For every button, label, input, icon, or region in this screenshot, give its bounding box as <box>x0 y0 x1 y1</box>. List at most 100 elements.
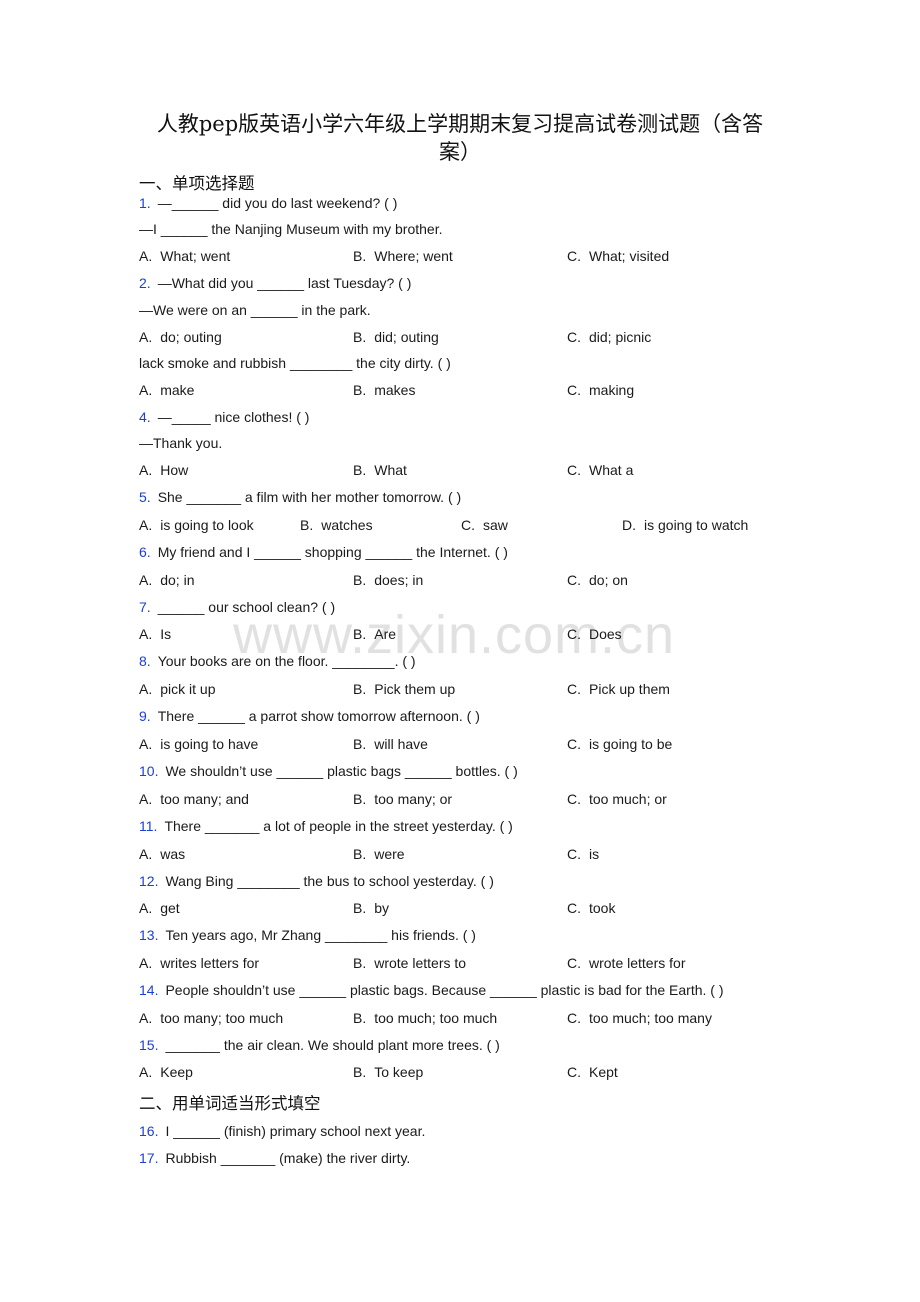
question-stem: 4. —_____ nice clothes! ( ) <box>139 408 309 426</box>
option-text: Keep <box>160 1064 193 1080</box>
option-text: pick it up <box>160 681 216 697</box>
option-letter: A. <box>139 572 153 588</box>
option-text: Kept <box>589 1064 618 1080</box>
option-text: were <box>374 846 405 862</box>
option-text: What; went <box>160 248 231 264</box>
option-text: by <box>374 900 390 916</box>
question-text: Your books are on the floor. ________. (… <box>157 653 416 669</box>
option-letter: B. <box>353 846 367 862</box>
option-text: too much; too many <box>589 1010 712 1026</box>
question-text: —______ did you do last weekend? ( ) <box>157 195 398 211</box>
option-text: making <box>589 382 635 398</box>
option-letter: A. <box>139 329 153 345</box>
option-letter: B. <box>353 462 367 478</box>
answer-option: C. took <box>567 899 615 917</box>
section-heading-multiple-choice: 一、单项选择题 <box>139 174 255 193</box>
option-letter: C. <box>567 955 581 971</box>
answer-option: A. was <box>139 845 185 863</box>
question-text: —I ______ the Nanjing Museum with my bro… <box>139 221 443 237</box>
option-letter: B. <box>353 626 367 642</box>
option-letter: C. <box>567 1010 581 1026</box>
answer-option: B. too much; too much <box>353 1009 497 1027</box>
option-letter: C. <box>567 681 581 697</box>
option-letter: C. <box>567 329 581 345</box>
option-text: To keep <box>374 1064 424 1080</box>
question-text: lack smoke and rubbish ________ the city… <box>139 355 451 371</box>
question-text: —What did you ______ last Tuesday? ( ) <box>157 275 412 291</box>
answer-option: B. too many; or <box>353 790 452 808</box>
option-letter: C. <box>461 517 475 533</box>
option-letter: B. <box>353 955 367 971</box>
question-stem: 10. We shouldn’t use ______ plastic bags … <box>139 762 518 780</box>
option-text: make <box>160 382 195 398</box>
option-letter: C. <box>567 900 581 916</box>
option-text: do; outing <box>160 329 222 345</box>
answer-option: C. too much; or <box>567 790 667 808</box>
question-number: 1. <box>139 195 151 211</box>
option-letter: C. <box>567 791 581 807</box>
option-text: too much; too much <box>374 1010 498 1026</box>
option-letter: A. <box>139 736 153 752</box>
answer-option: B. wrote letters to <box>353 954 466 972</box>
option-text: Pick up them <box>589 681 670 697</box>
option-letter: B. <box>353 329 367 345</box>
answer-option: A. do; in <box>139 571 194 589</box>
option-letter: A. <box>139 382 153 398</box>
option-text: wrote letters for <box>589 955 686 971</box>
option-letter: A. <box>139 626 153 642</box>
option-text: writes letters for <box>160 955 260 971</box>
option-text: Where; went <box>374 248 453 264</box>
option-text: too many; or <box>374 791 453 807</box>
question-text: ______ our school clean? ( ) <box>157 599 336 615</box>
option-letter: B. <box>353 1010 367 1026</box>
question-stem: 5. She _______ a film with her mother tom… <box>139 488 461 506</box>
question-text: People shouldn’t use ______ plastic bags… <box>165 982 724 998</box>
question-number: 11. <box>139 818 158 834</box>
question-text: There _______ a lot of people in the str… <box>164 818 513 834</box>
fill-in-question: 16. I ______ (finish) primary school next… <box>139 1122 425 1140</box>
option-letter: A. <box>139 1010 153 1026</box>
option-text: took <box>589 900 616 916</box>
question-stem: 8. Your books are on the floor. ________.… <box>139 652 416 670</box>
question-stem: 7. ______ our school clean? ( ) <box>139 598 335 616</box>
option-text: did; outing <box>374 329 439 345</box>
answer-option: B. watches <box>300 516 373 534</box>
option-letter: C. <box>567 462 581 478</box>
option-letter: C. <box>567 248 581 264</box>
question-number: 2. <box>139 275 151 291</box>
question-number: 5. <box>139 489 151 505</box>
question-stem: 12. Wang Bing ________ the bus to school … <box>139 872 494 890</box>
option-text: Are <box>374 626 397 642</box>
answer-option: C. saw <box>461 516 508 534</box>
answer-option: A. too many; and <box>139 790 249 808</box>
question-text: Ten years ago, Mr Zhang ________ his fri… <box>165 927 476 943</box>
question-text: There ______ a parrot show tomorrow afte… <box>157 708 480 724</box>
answer-option: B. What <box>353 461 407 479</box>
option-letter: B. <box>353 572 367 588</box>
option-text: What a <box>589 462 634 478</box>
answer-option: A. too many; too much <box>139 1009 283 1027</box>
fill-in-question: 17. Rubbish _______ (make) the river dirt… <box>139 1149 410 1167</box>
document-page: 人教pep版英语小学六年级上学期期末复习提高试卷测试题（含答 案） www.zi… <box>0 0 920 1302</box>
option-text: did; picnic <box>589 329 652 345</box>
question-text: —We were on an ______ in the park. <box>139 302 371 318</box>
option-letter: C. <box>567 382 581 398</box>
option-letter: A. <box>139 1064 153 1080</box>
option-letter: C. <box>567 846 581 862</box>
question-number: 16. <box>139 1123 159 1139</box>
answer-option: A. is going to look <box>139 516 254 534</box>
question-number: 6. <box>139 544 151 560</box>
answer-option: C. What; visited <box>567 247 669 265</box>
answer-option: A. pick it up <box>139 680 215 698</box>
option-text: get <box>160 900 180 916</box>
question-number: 12. <box>139 873 159 889</box>
answer-option: B. To keep <box>353 1063 423 1081</box>
question-text: —Thank you. <box>139 435 223 451</box>
option-letter: B. <box>353 736 367 752</box>
question-number: 7. <box>139 599 151 615</box>
option-letter: A. <box>139 955 153 971</box>
option-text: do; on <box>589 572 628 588</box>
option-text: Pick them up <box>374 681 456 697</box>
option-letter: A. <box>139 900 153 916</box>
answer-option: B. makes <box>353 381 415 399</box>
